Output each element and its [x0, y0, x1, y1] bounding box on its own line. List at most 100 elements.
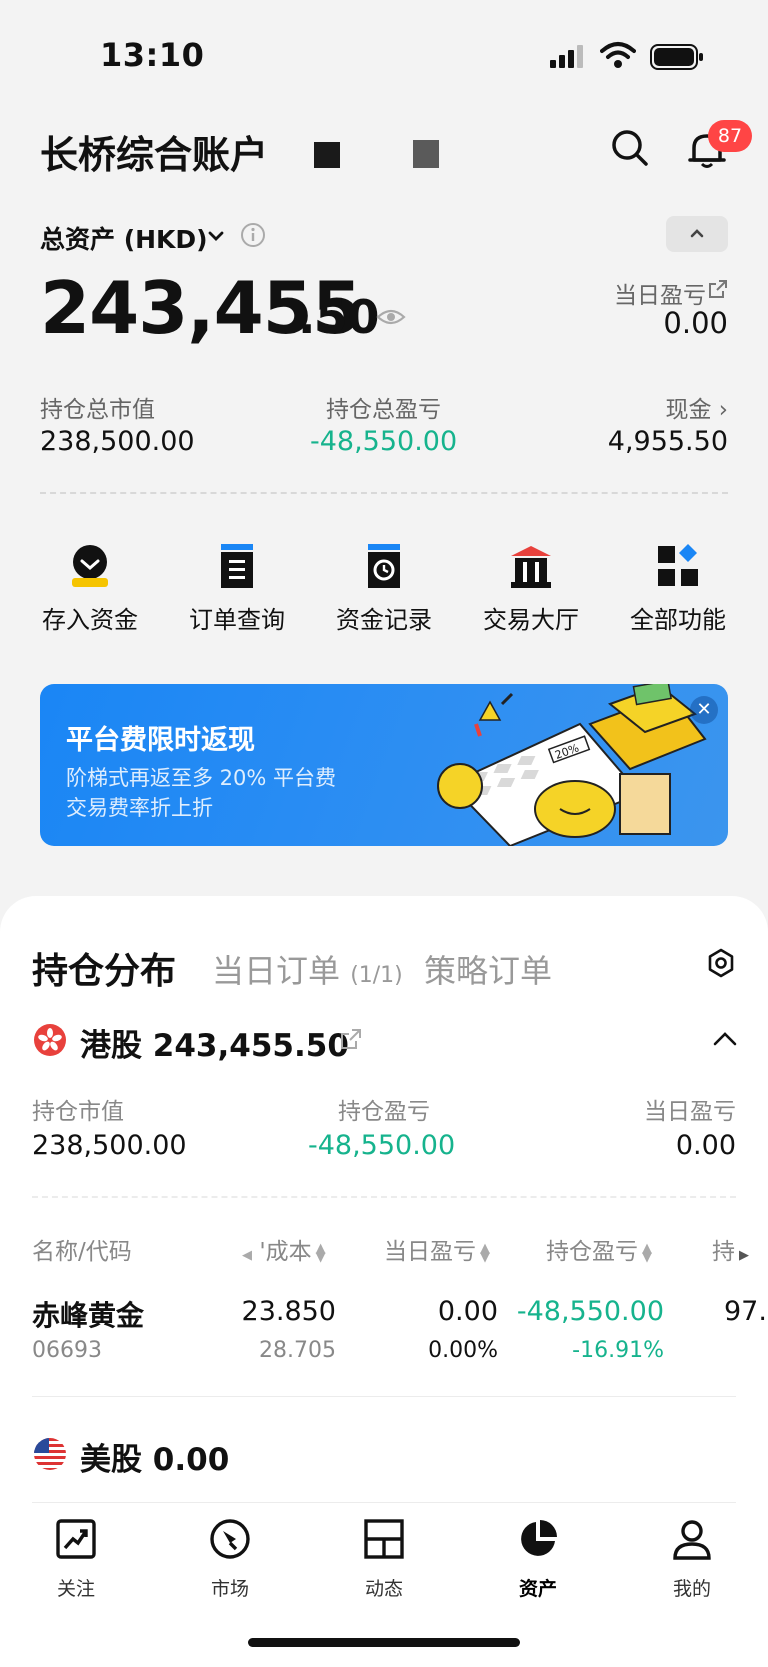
deposit-label: 存入资金 [42, 606, 138, 634]
tab-day-orders-label: 当日订单 [212, 952, 341, 990]
stock-name[interactable]: 赤峰黄金 [32, 1294, 144, 1334]
hk-day-pl-label: 当日盈亏 [644, 1099, 736, 1125]
tab-day-orders[interactable]: 当日订单 (1/1) [212, 946, 403, 992]
stock-day-pl-pct: 0.00% [428, 1338, 498, 1363]
col-cost-label: '成本 [259, 1239, 312, 1265]
banner-subtitle: 阶梯式再返至多 20% 平台费 [66, 766, 337, 790]
divider [32, 1502, 736, 1503]
tab-feed-label: 动态 [364, 1578, 403, 1600]
tab-assets-label: 资产 [518, 1578, 557, 1600]
info-icon[interactable] [240, 222, 266, 248]
tab-market[interactable]: 市场 [175, 1518, 285, 1601]
wifi-icon [600, 42, 636, 68]
fund-record-label: 资金记录 [336, 606, 432, 634]
sort-icon: ▲ ▼ [315, 1240, 326, 1265]
order-query-button[interactable]: 订单查询 [172, 544, 302, 635]
scroll-left-icon: ◀ [242, 1248, 252, 1263]
calculator-coins-illustration: 20% [437, 684, 707, 846]
scroll-right-icon: ▶ [739, 1248, 749, 1263]
all-functions-icon [658, 544, 698, 586]
eye-icon[interactable] [376, 306, 406, 328]
masked-account-mark [413, 140, 439, 168]
tab-strategy-orders[interactable]: 策略订单 [424, 946, 552, 992]
cellular-signal-icon [550, 45, 583, 68]
tab-feed[interactable]: 动态 [329, 1518, 439, 1601]
tab-holdings[interactable]: 持仓分布 [32, 942, 176, 994]
notification-badge: 87 [708, 120, 752, 152]
tab-assets[interactable]: 资产 [483, 1518, 593, 1601]
all-functions-label: 全部功能 [630, 606, 726, 634]
divider [32, 1196, 736, 1198]
tab-market-label: 市场 [210, 1578, 249, 1600]
total-assets-label[interactable]: 总资产 (HKD) [40, 220, 208, 256]
hk-market-value: 238,500.00 [32, 1130, 187, 1161]
stock-pl-pct: -16.91% [572, 1338, 664, 1363]
col-cost[interactable]: ◀ '成本 ▲ ▼ [242, 1232, 326, 1266]
hk-flag-icon [34, 1024, 66, 1056]
divider [40, 492, 728, 494]
sort-icon: ▲ ▼ [480, 1240, 490, 1265]
chevron-up-icon [690, 229, 704, 238]
battery-icon [650, 44, 703, 70]
trading-hall-label: 交易大厅 [483, 606, 579, 634]
status-time: 13:10 [100, 36, 205, 74]
us-flag-icon [34, 1438, 66, 1470]
order-query-label: 订单查询 [189, 606, 285, 634]
stock-extra: 97. [724, 1296, 767, 1327]
account-title[interactable]: 长桥综合账户 [40, 124, 268, 179]
trading-hall-icon [511, 546, 551, 588]
col-more-label: 持 [712, 1239, 735, 1265]
col-name-code[interactable]: 名称/代码 [32, 1232, 132, 1266]
stock-code: 06693 [32, 1338, 102, 1363]
holding-pl-value: -48,550.00 [310, 426, 458, 457]
cash-label[interactable]: 现金 › [665, 390, 728, 424]
holding-pl-label: 持仓总盈亏 [326, 397, 441, 423]
day-pl-label[interactable]: 当日盈亏 [614, 276, 706, 310]
external-link-icon[interactable] [708, 279, 728, 299]
collapse-button[interactable] [666, 216, 728, 252]
deposit-button[interactable]: 存入资金 [25, 544, 155, 635]
divider [32, 1396, 736, 1397]
fund-record-icon [368, 544, 400, 588]
deposit-icon [72, 545, 108, 587]
chevron-down-icon[interactable] [206, 226, 226, 246]
tab-profile-label: 我的 [672, 1578, 711, 1600]
hk-market-value-label: 持仓市值 [32, 1099, 124, 1125]
col-holding-pl[interactable]: 持仓盈亏 ▲ ▼ [546, 1232, 652, 1266]
day-pl-value: 0.00 [663, 306, 728, 340]
stock-day-pl: 0.00 [437, 1296, 498, 1327]
stock-cost: 28.705 [259, 1338, 336, 1363]
holding-market-value: 238,500.00 [40, 426, 195, 457]
fund-record-button[interactable]: 资金记录 [319, 544, 449, 635]
banner-subtitle: 交易费率折上折 [66, 796, 213, 820]
col-holding-pl-label: 持仓盈亏 [546, 1239, 638, 1265]
banner-title: 平台费限时返现 [66, 725, 255, 756]
all-functions-button[interactable]: 全部功能 [613, 544, 743, 635]
promo-banner[interactable]: 平台费限时返现 阶梯式再返至多 20% 平台费 交易费率折上折 20% ✕ [40, 684, 728, 846]
hk-market-title: 港股 243,455.50 [80, 1028, 349, 1064]
trading-hall-button[interactable]: 交易大厅 [466, 544, 596, 635]
search-icon[interactable] [610, 128, 650, 168]
watchlist-icon [56, 1519, 96, 1559]
us-market-title: 美股 0.00 [80, 1442, 230, 1478]
stock-pl: -48,550.00 [516, 1296, 664, 1327]
col-day-pl-label: 当日盈亏 [384, 1239, 476, 1265]
settings-icon[interactable] [706, 948, 736, 978]
cash-value: 4,955.50 [607, 426, 728, 457]
external-link-icon[interactable] [340, 1028, 362, 1050]
hk-pl-label: 持仓盈亏 [338, 1099, 430, 1125]
chevron-up-icon[interactable] [712, 1030, 738, 1048]
col-day-pl[interactable]: 当日盈亏 ▲ ▼ [384, 1232, 490, 1266]
home-indicator[interactable] [248, 1638, 520, 1647]
order-query-icon [221, 544, 253, 588]
masked-account-mark [314, 142, 340, 168]
close-icon[interactable]: ✕ [690, 696, 718, 724]
tab-profile[interactable]: 我的 [637, 1518, 747, 1601]
sort-icon: ▲ ▼ [642, 1240, 652, 1265]
feed-icon [364, 1519, 404, 1559]
tab-day-orders-count: (1/1) [350, 963, 403, 988]
tab-watchlist[interactable]: 关注 [21, 1518, 131, 1601]
tab-watchlist-label: 关注 [56, 1578, 95, 1600]
col-more[interactable]: 持 ▶ [712, 1232, 749, 1266]
hk-pl-value: -48,550.00 [308, 1130, 456, 1161]
